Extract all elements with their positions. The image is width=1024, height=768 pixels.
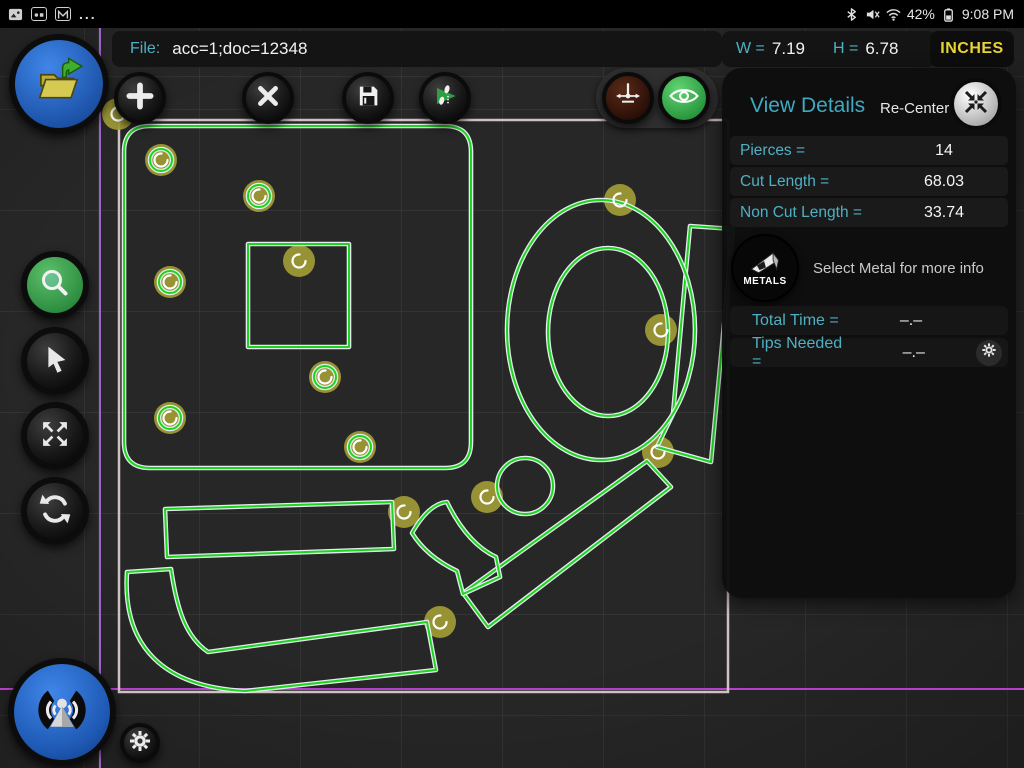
stats-rows: Pierces = 14 Cut Length = 68.03 Non Cut … [730,136,1008,229]
view-details-panel: View Details Re-Center Pierces = 14 Cut … [722,68,1016,598]
tips-settings-button[interactable] [976,340,1002,366]
gear-icon [128,729,152,758]
non-cut-length-value: 33.74 [884,204,1004,222]
file-value: acc=1;doc=12348 [172,39,307,59]
pierces-label: Pierces = [734,142,805,160]
cursor-arrow-icon [38,342,72,381]
clock-time: 9:08 PM [962,6,1014,22]
close-icon [255,83,281,114]
battery-percent: 42% [907,6,935,22]
screenshot-icon [8,7,23,22]
height-value: 6.78 [865,39,898,59]
recenter-arrows-icon [961,87,991,122]
non-cut-length-row: Non Cut Length = 33.74 [730,198,1008,227]
open-file-button[interactable] [9,34,109,134]
non-cut-length-label: Non Cut Length = [734,204,862,222]
pierces-row: Pierces = 14 [730,136,1008,165]
metals-logo-text: METALS [743,276,786,287]
refresh-button[interactable] [21,477,89,545]
panel-title: View Details [750,94,865,118]
wifi-icon [886,7,901,22]
footprints-play-icon [429,80,461,117]
cut-length-value: 68.03 [884,173,1004,191]
fit-expand-button[interactable] [21,402,89,470]
sd-card-icon [31,7,47,21]
select-cursor-button[interactable] [21,327,89,395]
torch-position-button[interactable] [602,72,654,124]
machine-axis-vertical [99,28,101,768]
expand-arrows-icon [38,417,72,456]
gear-icon [981,342,997,363]
recenter-button[interactable] [950,78,1002,130]
recenter-label: Re-Center [880,100,949,117]
machine-axis-horizontal [0,688,1024,690]
message-icon [55,7,71,21]
time-rows: Total Time = –.– Tips Needed = –.– [730,306,1008,370]
show-hide-button[interactable] [658,72,710,124]
tips-needed-row: Tips Needed = –.– [730,338,1008,367]
total-time-row: Total Time = –.– [730,306,1008,335]
bluetooth-icon [844,7,859,22]
width-label: W = [736,40,765,58]
metal-hint-text: Select Metal for more info [813,260,984,277]
file-name-bar[interactable]: File: acc=1;doc=12348 [112,31,722,67]
metal-select-row: METALS Select Metal for more info [731,236,1009,300]
broadcast-antenna-icon [31,679,93,746]
settings-button[interactable] [120,723,160,763]
tips-needed-value: –.– [852,344,976,362]
eye-icon [667,79,701,118]
panel-header: View Details Re-Center [722,82,1016,130]
units-toggle-button[interactable]: INCHES [930,31,1014,67]
system-status-icons: 42% 9:08 PM [844,6,1024,22]
height-label: H = [833,40,858,58]
battery-icon [941,7,956,22]
cut-length-row: Cut Length = 68.03 [730,167,1008,196]
dimensions-bar: W = 7.19 H = 6.78 [722,31,936,67]
simulate-button[interactable] [419,72,471,124]
close-button[interactable] [242,72,294,124]
add-button[interactable] [114,72,166,124]
total-time-label: Total Time = [730,312,839,330]
open-folder-icon [30,53,88,116]
cut-length-label: Cut Length = [734,173,829,191]
plus-icon [125,81,155,116]
width-value: 7.19 [772,39,805,59]
mute-icon [865,7,880,22]
broadcast-connect-button[interactable] [8,658,116,766]
tips-needed-label: Tips Needed = [730,335,852,371]
file-label: File: [130,40,160,58]
save-button[interactable] [342,72,394,124]
torch-crosshair-icon [612,80,644,117]
magnifier-icon [37,265,73,306]
refresh-icon [37,491,73,532]
total-time-value: –.– [846,312,976,330]
zoom-button[interactable] [21,251,89,319]
more-notifications-icon: ... [79,6,97,22]
metals-logo-button[interactable]: METALS [731,234,799,302]
android-status-bar: ... 42% 9:08 PM [0,0,1024,28]
pierces-value: 14 [884,142,1004,160]
save-icon [354,82,382,115]
app-screen: ... 42% 9:08 PM File: acc=1;doc=12348 W … [0,0,1024,768]
notification-icons: ... [0,6,97,22]
